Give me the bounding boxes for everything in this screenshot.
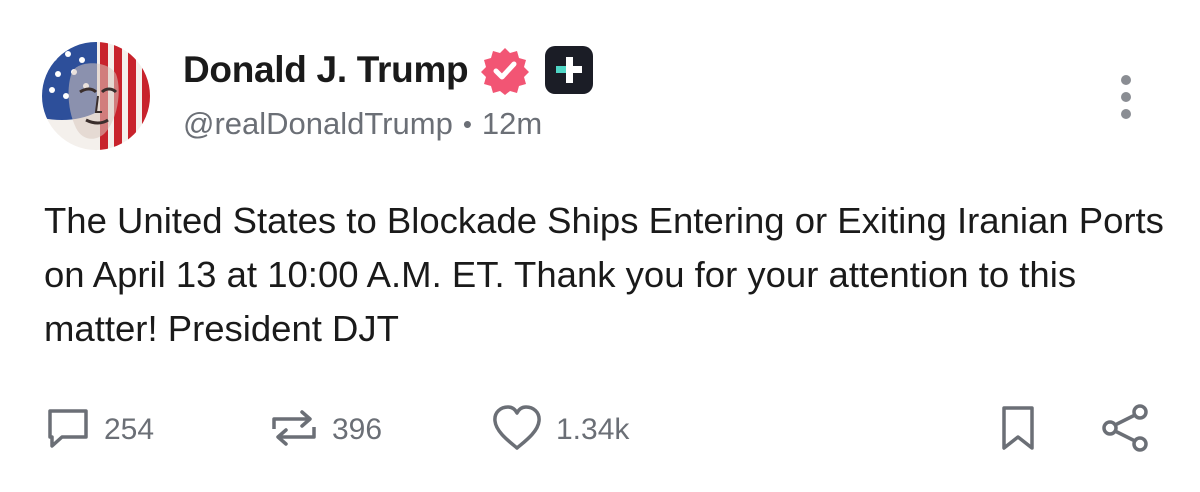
bookmark-icon [996,403,1040,458]
avatar-image [42,42,150,150]
plus-badge-icon [544,45,594,95]
share-button[interactable] [1100,400,1150,460]
post-text: The United States to Blockade Ships Ente… [44,200,1164,349]
reply-button[interactable]: 254 [44,400,154,460]
more-vertical-icon[interactable] [1108,72,1144,122]
heart-icon [490,404,544,457]
repost-button[interactable]: 396 [268,400,382,460]
repost-count: 396 [332,413,383,446]
reply-icon [44,405,92,456]
meta-separator: • [462,108,472,139]
display-name[interactable]: Donald J. Trump [183,49,469,91]
author-line: Donald J. Trump [183,44,594,96]
like-count: 1.34k [556,413,630,446]
like-button[interactable]: 1.34k [490,400,629,460]
reply-count: 254 [104,413,155,446]
action-bar: 254 396 1.34k [0,400,1200,460]
post-meta: @realDonaldTrump • 12m [183,106,542,142]
bookmark-button[interactable] [996,400,1040,460]
user-handle[interactable]: @realDonaldTrump [183,106,453,142]
post-timestamp[interactable]: 12m [482,106,542,142]
avatar[interactable] [42,42,150,150]
share-icon [1100,403,1150,458]
verified-badge-icon [480,45,530,95]
repost-icon [268,405,320,456]
post-card: Donald J. Trump @realDonaldTrump • 12m T… [0,0,1200,492]
